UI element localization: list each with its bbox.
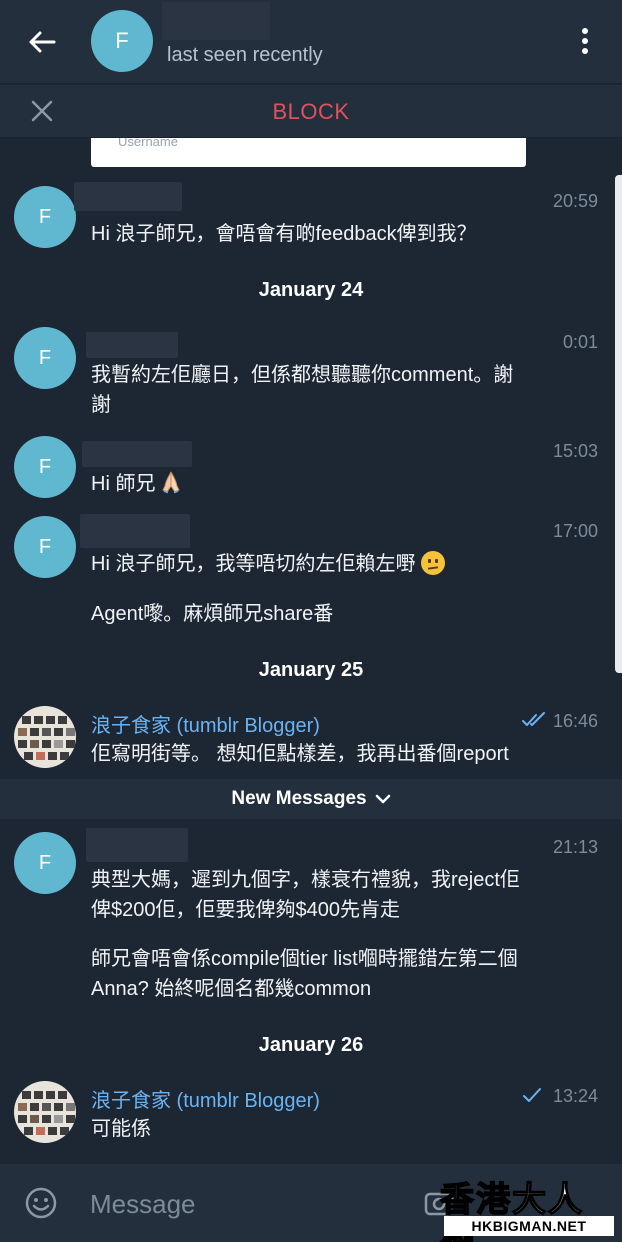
sender-name-redacted bbox=[74, 182, 182, 211]
message-text-line: Anna? 始終呢個名都幾common bbox=[91, 978, 372, 1000]
sender-name-redacted bbox=[80, 514, 190, 548]
username-card: Username bbox=[91, 138, 526, 167]
sender-avatar[interactable]: F bbox=[14, 327, 76, 389]
sender-avatar[interactable]: F bbox=[14, 832, 76, 894]
sender-name-redacted bbox=[86, 332, 178, 358]
chevron-down-icon bbox=[375, 794, 390, 804]
date-separator: January 25 bbox=[258, 659, 364, 681]
message-list[interactable]: Username F 20:59 Hi 浪子師兄，會唔會有啲feedback俾到… bbox=[0, 138, 622, 1164]
message-input[interactable] bbox=[90, 1184, 410, 1224]
watermark-url: HKBIGMAN.NET bbox=[444, 1216, 614, 1236]
contact-avatar[interactable]: F bbox=[91, 10, 153, 72]
message-text: Hi 浪子師兄，會唔會有啲feedback俾到我？ bbox=[91, 223, 477, 245]
message-text: 佢寫明街等。 想知佢點樣差，我再出番個report bbox=[91, 743, 509, 765]
dot-icon bbox=[582, 38, 588, 44]
date-separator: January 26 bbox=[258, 1034, 364, 1056]
contact-name-redacted bbox=[162, 2, 270, 40]
message-text: Hi 浪子師兄，我等唔切約左佢賴左嘢 bbox=[91, 549, 446, 579]
message-text-line: 俾$200佢，佢要我俾夠$400先肯走 bbox=[91, 899, 400, 921]
username-label: Username bbox=[118, 138, 178, 149]
new-messages-divider[interactable]: New Messages bbox=[0, 779, 622, 819]
scrollbar-thumb[interactable] bbox=[615, 175, 622, 673]
message-time: 0:01 bbox=[562, 332, 598, 352]
message-text: 可能係 bbox=[91, 1118, 151, 1140]
message-text-content: Hi 師兄 bbox=[91, 473, 156, 495]
avatar-letter: F bbox=[38, 535, 52, 558]
sender-name-redacted bbox=[86, 828, 188, 862]
sender-avatar[interactable]: F bbox=[14, 186, 76, 248]
check-icon bbox=[523, 1088, 541, 1102]
more-options-button[interactable] bbox=[568, 24, 602, 58]
arrow-left-icon bbox=[29, 31, 56, 53]
message-text-content: Hi 浪子師兄，我等唔切約左佢賴左嘢 bbox=[91, 553, 416, 575]
sender-avatar[interactable]: F bbox=[14, 516, 76, 578]
dot-icon bbox=[582, 48, 588, 54]
message-text-line: 謝 bbox=[91, 394, 111, 416]
sender-name[interactable]: 浪子食家 (tumblr Blogger) bbox=[91, 1084, 320, 1113]
blogger-avatar[interactable] bbox=[14, 706, 76, 768]
message-time: 15:03 bbox=[552, 441, 598, 461]
message-text-line: 我暫約左佢廳日，但係都想聽聽你comment。謝 bbox=[91, 364, 514, 386]
avatar-letter: F bbox=[38, 346, 52, 369]
sender-name-redacted bbox=[82, 441, 192, 467]
message-time: 21:13 bbox=[552, 837, 598, 857]
message-text: Hi 師兄 bbox=[91, 469, 181, 499]
confused-face-icon bbox=[421, 551, 446, 575]
block-bar: BLOCK bbox=[0, 85, 622, 138]
block-button[interactable]: BLOCK bbox=[0, 99, 622, 125]
chat-header: F last seen recently bbox=[0, 0, 622, 84]
avatar-letter: F bbox=[38, 851, 52, 874]
avatar-letter: F bbox=[38, 455, 52, 478]
new-messages-label: New Messages bbox=[231, 788, 367, 809]
back-button[interactable] bbox=[22, 22, 62, 62]
last-seen-status: last seen recently bbox=[167, 44, 323, 66]
avatar-letter: F bbox=[38, 205, 52, 228]
date-separator: January 24 bbox=[258, 279, 364, 301]
site-watermark: 香港大人網 HKBIGMAN.NET bbox=[436, 1172, 616, 1242]
praying-hands-icon bbox=[161, 470, 181, 494]
message-time: 16:46 bbox=[552, 711, 598, 731]
message-text-line: 典型大媽，遲到九個字，樣衰冇禮貌，我reject佢 bbox=[91, 869, 520, 891]
message-time: 17:00 bbox=[552, 521, 598, 541]
message-text: Agent嚟。麻煩師兄share番 bbox=[91, 603, 334, 625]
sender-avatar[interactable]: F bbox=[14, 436, 76, 498]
message-time: 20:59 bbox=[552, 191, 598, 211]
message-text-line: 師兄會唔會係compile個tier list嗰時擺錯左第二個 bbox=[91, 948, 518, 970]
sender-name[interactable]: 浪子食家 (tumblr Blogger) bbox=[91, 709, 320, 738]
avatar-letter: F bbox=[115, 28, 129, 53]
dot-icon bbox=[582, 28, 588, 34]
emoji-button[interactable] bbox=[24, 1186, 58, 1220]
message-time: 13:24 bbox=[552, 1086, 598, 1106]
blogger-avatar[interactable] bbox=[14, 1081, 76, 1143]
double-check-icon bbox=[522, 712, 545, 726]
